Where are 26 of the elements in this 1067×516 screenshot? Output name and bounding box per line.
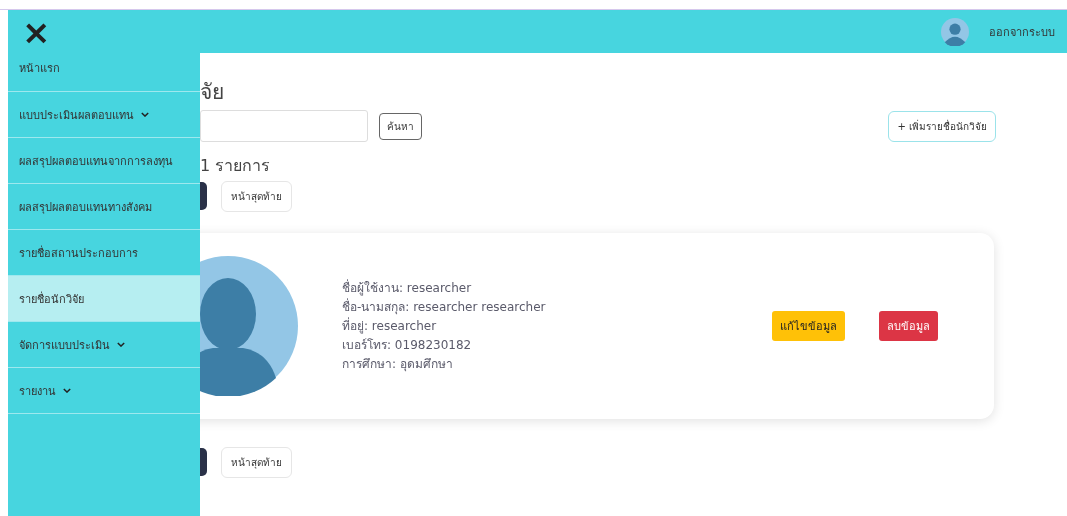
last-page-button[interactable]: หน้าสุดท้าย [221, 446, 292, 478]
sidebar-item[interactable]: ผลสรุปผลตอบแทนทางสังคม [8, 184, 200, 230]
sidebar-item[interactable]: แบบประเมินผลตอบแทน [8, 92, 200, 138]
sidebar-item[interactable]: รายชื่อนักวิจัย [8, 276, 200, 322]
close-button[interactable]: × [22, 14, 51, 49]
search-button[interactable]: ค้นหา [379, 112, 422, 140]
sidebar-item[interactable]: หน้าแรก [8, 53, 200, 92]
edit-button[interactable]: แก้ไขข้อมูล [772, 311, 845, 341]
researcher-detail: ที่อยู่: researcher [342, 316, 438, 336]
logout-link[interactable]: ออกจากระบบ [989, 22, 1055, 41]
page-button[interactable] [200, 182, 207, 210]
last-page-button[interactable]: หน้าสุดท้าย [221, 180, 292, 212]
researcher-detail: เบอร์โทร: 0198230182 [342, 336, 473, 354]
add-researcher-button[interactable]: + เพิ่มรายชื่อนักวิจัย [888, 110, 996, 142]
sidebar-item[interactable]: จัดการแบบประเมิน [8, 322, 200, 368]
search-field[interactable] [200, 110, 368, 142]
result-count: 1 รายการ [200, 155, 272, 175]
page-title: จัย [200, 79, 225, 106]
researcher-detail: ชื่อผู้ใช้งาน: researcher [342, 278, 473, 298]
page-button[interactable] [200, 448, 207, 476]
delete-button[interactable]: ลบข้อมูล [879, 311, 938, 341]
researcher-detail: การศึกษา: อุดมศึกษา [342, 355, 454, 374]
researcher-detail: ชื่อ-นามสกุล: researcher researcher [342, 297, 547, 317]
sidebar-item[interactable]: ผลสรุปผลตอบแทนจากการลงทุน [8, 138, 200, 184]
sidebar-item[interactable]: รายงาน [8, 368, 200, 414]
avatar-icon[interactable] [941, 17, 969, 46]
